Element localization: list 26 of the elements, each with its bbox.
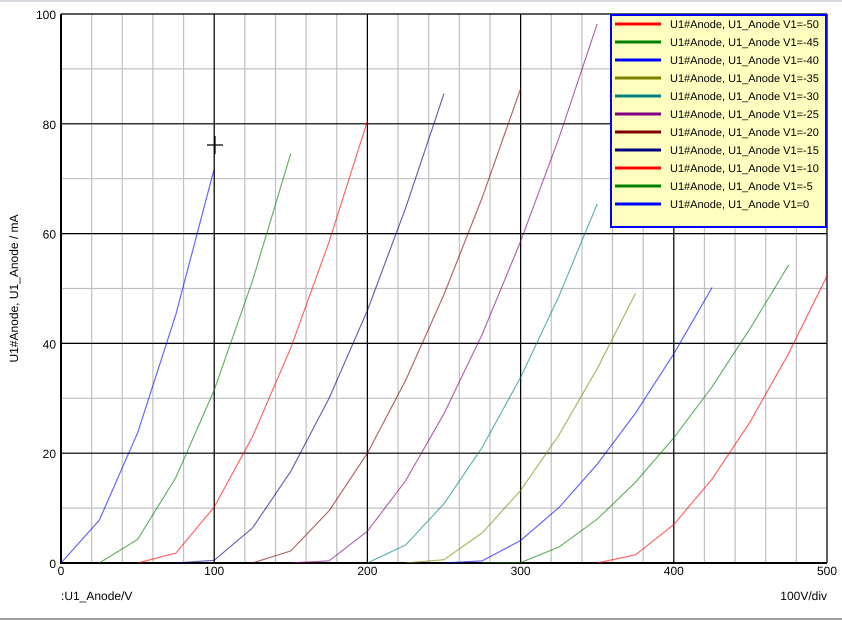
legend-label: U1#Anode, U1_Anode V1=-25 [670,109,819,121]
legend-label: U1#Anode, U1_Anode V1=-35 [670,73,819,85]
legend-label: U1#Anode, U1_Anode V1=-50 [670,19,819,31]
y-tick-label: 0 [49,557,56,571]
x-tick-label: 500 [816,564,838,578]
x-tick-label: 100 [204,564,224,578]
y-tick-label: 20 [42,447,56,462]
y-tick-label: 60 [42,228,56,242]
x-tick-label: 300 [510,564,531,578]
scale-label: 100V/div [780,589,827,603]
y-tick-label: 80 [42,118,56,132]
x-tick-label: 0 [58,564,64,578]
legend-label: U1#Anode, U1_Anode V1=-15 [670,145,819,157]
legend-label: U1#Anode, U1_Anode V1=-20 [670,127,819,139]
y-axis-label: U1#Anode, U1_Anode / mA [7,214,21,363]
y-tick-label: 40 [42,337,56,352]
x-tick-label: 200 [357,564,378,578]
legend-label: U1#Anode, U1_Anode V1=-10 [670,163,819,175]
legend-label: U1#Anode, U1_Anode V1=-45 [670,37,819,49]
legend-label: U1#Anode, U1_Anode V1=-30 [670,91,819,103]
x-axis-label: :U1_Anode/V [61,589,132,603]
legend-label: U1#Anode, U1_Anode V1=0 [670,199,810,211]
x-tick-label: 400 [664,564,684,578]
legend-label: U1#Anode, U1_Anode V1=-40 [670,55,819,67]
y-tick-label: 100 [36,8,56,22]
legend-label: U1#Anode, U1_Anode V1=-5 [670,181,813,193]
